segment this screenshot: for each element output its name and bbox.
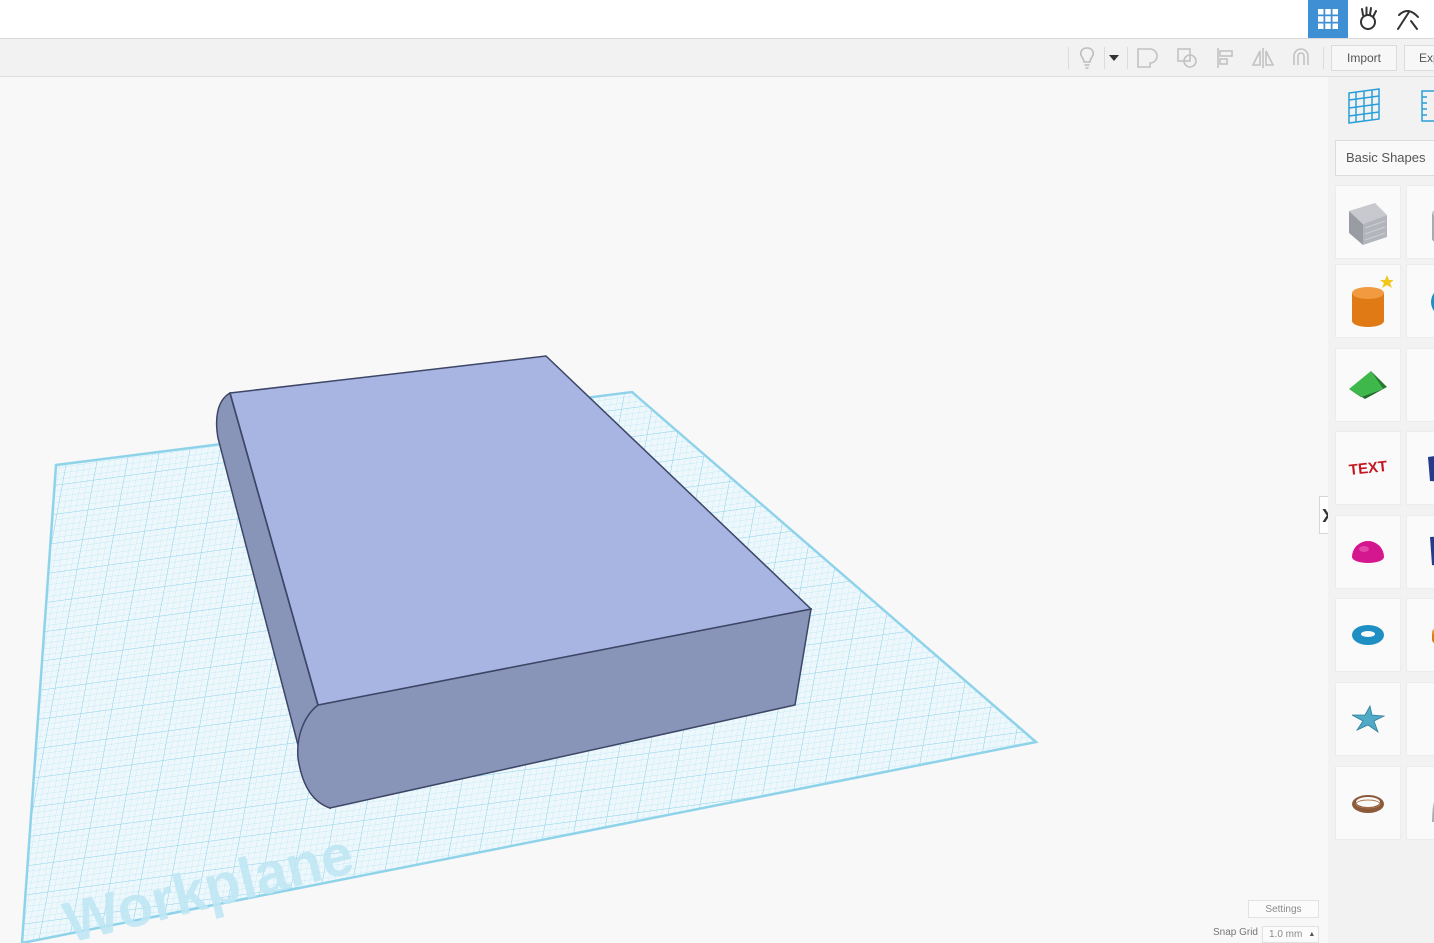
3d-canvas[interactable]: Workplane: [0, 77, 1328, 943]
top-bar: [0, 0, 1434, 39]
ungroup-icon: [1177, 48, 1197, 68]
torus-shape-icon: [1352, 625, 1384, 645]
shape-category-dropdown[interactable]: Basic Shapes: [1335, 140, 1434, 176]
shape-tile-paraboloid[interactable]: [1406, 766, 1434, 840]
settings-button[interactable]: Settings: [1248, 900, 1319, 918]
shape-tile-pyramid[interactable]: [1406, 515, 1434, 589]
shape-tile-cone[interactable]: [1406, 348, 1434, 422]
cone-shape-icon: [1416, 360, 1434, 410]
magnet-icon: [1293, 48, 1309, 65]
polygon-shape-icon: [1416, 694, 1434, 744]
bricks-view-button[interactable]: [1348, 0, 1388, 38]
shape-tile-roof[interactable]: [1335, 348, 1401, 422]
shape-tile-torus[interactable]: [1335, 598, 1401, 672]
shape-tile-polygon[interactable]: [1406, 682, 1434, 756]
group-icon: [1137, 48, 1158, 68]
shape-tile-half-sphere[interactable]: [1335, 515, 1401, 589]
grid-icon: [1318, 9, 1338, 29]
half-sphere-shape-icon: [1352, 541, 1384, 563]
align-button[interactable]: [1211, 45, 1239, 71]
lightbulb-icon: [1079, 47, 1095, 69]
ruler-view-button[interactable]: [1420, 85, 1434, 129]
3d-design-view-button[interactable]: [1308, 0, 1348, 38]
paraboloid-shape-icon: [1432, 802, 1434, 822]
shape-tile-star[interactable]: [1335, 682, 1401, 756]
shape-tile-cylinder-gray[interactable]: [1406, 185, 1434, 259]
import-button[interactable]: Import: [1331, 45, 1397, 71]
align-icon: [1217, 48, 1233, 68]
group-button[interactable]: [1133, 45, 1161, 71]
workplane-icon: [1348, 88, 1380, 124]
pyramid-shape-icon: [1430, 536, 1434, 566]
sphere-shape-icon: [1431, 293, 1434, 311]
workplane-view[interactable]: Workplane: [0, 77, 1328, 943]
toolbar: Import Exp: [0, 39, 1434, 77]
ring-shape-icon: [1352, 795, 1384, 813]
text-shape-icon: TEXT: [1348, 458, 1388, 479]
export-button[interactable]: Exp: [1404, 45, 1434, 71]
shape-tile-sphere[interactable]: [1406, 264, 1434, 338]
toolbar-divider: [1068, 47, 1069, 69]
wedge-shape-icon: [1428, 456, 1434, 482]
cruise-button[interactable]: [1287, 45, 1315, 71]
star-shape-icon: [1351, 704, 1386, 734]
shape-tile-wedge[interactable]: [1406, 431, 1434, 505]
toolbar-divider: [1323, 47, 1324, 69]
tube-shape-icon: [1432, 628, 1434, 644]
mirror-button[interactable]: [1249, 45, 1277, 71]
shape-tile-cylinder[interactable]: [1335, 264, 1401, 338]
show-all-button[interactable]: [1073, 45, 1101, 71]
shape-tile-tube[interactable]: [1406, 598, 1434, 672]
shape-tile-ring[interactable]: [1335, 766, 1401, 840]
ruler-icon: [1421, 90, 1434, 122]
shapes-panel: Basic Shapes TEXT: [1328, 77, 1434, 943]
mirror-icon: [1251, 48, 1275, 68]
toolbar-divider: [1127, 47, 1128, 69]
box-shape-icon: [1349, 203, 1387, 245]
hand-icon: [1360, 6, 1377, 30]
svg-text:TEXT: TEXT: [1348, 458, 1388, 479]
gray-cylinder-shape-icon: [1432, 210, 1434, 242]
roof-shape-icon: [1349, 371, 1387, 399]
blocks-view-button[interactable]: [1388, 0, 1428, 38]
shape-tile-box[interactable]: [1335, 185, 1401, 259]
snap-grid-arrow-icon: ▲: [1308, 931, 1316, 938]
snap-grid-label: Snap Grid: [1212, 927, 1258, 938]
ungroup-button[interactable]: [1173, 45, 1201, 71]
snap-grid-value: 1.0 mm: [1269, 929, 1303, 940]
toolbar-divider: [1104, 47, 1105, 69]
workplane-view-button[interactable]: [1346, 85, 1382, 129]
pickaxe-icon: [1397, 10, 1419, 30]
shape-tile-text[interactable]: TEXT: [1335, 431, 1401, 505]
dropdown-caret-icon: [1109, 55, 1119, 61]
cylinder-shape-icon: [1352, 275, 1393, 327]
snap-grid-select[interactable]: 1.0 mm ▲: [1262, 926, 1319, 943]
